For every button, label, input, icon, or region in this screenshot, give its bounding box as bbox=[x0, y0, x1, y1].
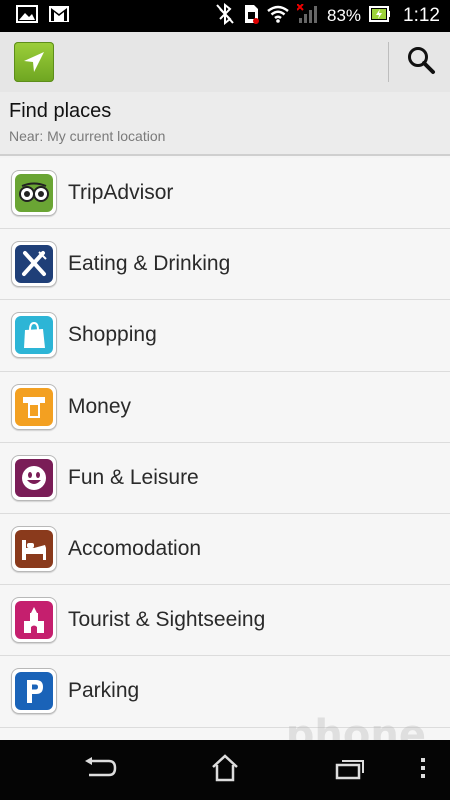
recent-apps-icon bbox=[334, 756, 366, 784]
battery-percent: 83% bbox=[326, 6, 362, 25]
clock: 1:12 bbox=[403, 5, 440, 26]
category-fun-leisure[interactable]: Fun & Leisure bbox=[0, 443, 450, 514]
category-parking[interactable]: Parking bbox=[0, 656, 450, 728]
action-bar bbox=[0, 32, 450, 92]
search-icon bbox=[406, 45, 436, 79]
search-button[interactable] bbox=[392, 32, 450, 92]
category-tripadvisor[interactable]: TripAdvisor bbox=[0, 158, 450, 230]
bed-icon bbox=[11, 526, 57, 573]
action-bar-divider bbox=[388, 42, 389, 82]
category-label: TripAdvisor bbox=[68, 181, 174, 205]
status-bar: 83% 1:12 bbox=[0, 0, 450, 32]
category-label: Fun & Leisure bbox=[68, 465, 199, 489]
home-icon bbox=[210, 754, 240, 786]
bluetooth-off-icon bbox=[215, 2, 235, 29]
smiley-icon bbox=[11, 454, 57, 501]
sim-icon bbox=[243, 4, 259, 28]
home-button[interactable] bbox=[185, 740, 265, 800]
category-label: Accomodation bbox=[68, 537, 202, 561]
category-shopping[interactable]: Shopping bbox=[0, 300, 450, 372]
overflow-menu-icon bbox=[419, 756, 427, 784]
category-label: Parking bbox=[68, 679, 140, 703]
category-eating-drinking[interactable]: Eating & Drinking bbox=[0, 229, 450, 301]
atm-icon bbox=[11, 383, 57, 430]
landmark-icon bbox=[11, 597, 57, 644]
navigation-bar bbox=[0, 740, 450, 800]
signal-icon bbox=[296, 3, 319, 28]
wifi-icon bbox=[267, 5, 289, 27]
category-list: TripAdvisor Eating & Drinking Shopping M… bbox=[0, 158, 450, 740]
recent-apps-button[interactable] bbox=[310, 740, 390, 800]
back-icon bbox=[83, 757, 117, 783]
gallery-icon bbox=[16, 5, 38, 27]
category-label: Tourist & Sightseeing bbox=[68, 608, 266, 632]
page-title: Find places bbox=[9, 100, 112, 122]
tripadvisor-owl-icon bbox=[11, 170, 57, 217]
navigation-arrow-icon[interactable] bbox=[14, 42, 54, 82]
parking-icon bbox=[11, 668, 57, 715]
screen: 83% 1:12 Find places Near: My current lo… bbox=[0, 0, 450, 800]
back-button[interactable] bbox=[60, 740, 140, 800]
category-label: Money bbox=[68, 394, 132, 418]
shopping-bag-icon bbox=[11, 312, 57, 359]
find-places-header[interactable]: Find places Near: My current location bbox=[0, 92, 450, 156]
category-label: Eating & Drinking bbox=[68, 252, 231, 276]
location-subtitle: Near: My current location bbox=[9, 128, 166, 144]
category-label: Shopping bbox=[68, 323, 157, 347]
category-money[interactable]: Money bbox=[0, 372, 450, 443]
battery-charging-icon bbox=[369, 6, 391, 26]
category-tourist-sightseeing[interactable]: Tourist & Sightseeing bbox=[0, 585, 450, 657]
category-accomodation[interactable]: Accomodation bbox=[0, 514, 450, 586]
gmail-icon bbox=[48, 5, 70, 27]
fork-knife-icon bbox=[11, 241, 57, 288]
overflow-menu-button[interactable] bbox=[395, 740, 450, 800]
